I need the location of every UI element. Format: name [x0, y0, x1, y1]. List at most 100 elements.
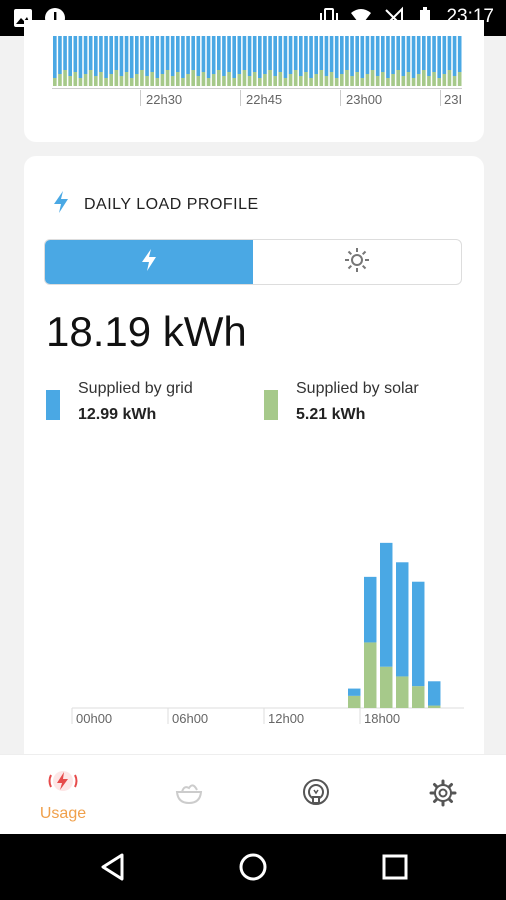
realtime-solar-bar: [119, 76, 124, 86]
realtime-grid-bar: [140, 36, 144, 70]
realtime-grid-bar: [293, 36, 298, 70]
realtime-solar-bar: [360, 78, 365, 86]
realtime-grid-bar: [165, 36, 170, 70]
realtime-solar-bar: [78, 78, 83, 86]
realtime-solar-bar: [124, 72, 129, 86]
realtime-grid-bar: [386, 36, 390, 78]
tick-label: 23h00: [346, 92, 383, 107]
legend-label: Supplied by grid: [78, 380, 193, 397]
realtime-solar-bar: [58, 74, 62, 86]
realtime-solar-bar: [191, 70, 195, 86]
realtime-solar-bar: [114, 70, 119, 86]
daily-total-value: 18.19 kWh: [46, 308, 247, 355]
legend-value: 5.21 kWh: [296, 406, 366, 423]
realtime-grid-bar: [104, 36, 108, 78]
tick-line: [140, 90, 141, 106]
realtime-solar-bar: [129, 78, 134, 86]
realtime-solar-bar: [375, 76, 380, 86]
realtime-grid-bar: [119, 36, 124, 76]
realtime-grid-bar: [186, 36, 190, 74]
realtime-grid-bar: [63, 36, 67, 70]
realtime-grid-bar: [222, 36, 226, 76]
realtime-grid-bar: [345, 36, 349, 70]
tab-consumption[interactable]: [45, 240, 253, 284]
realtime-grid-bar: [135, 36, 139, 74]
bowl-icon: [174, 780, 204, 811]
nav-devices[interactable]: [253, 755, 379, 835]
realtime-grid-bar: [73, 36, 78, 72]
tab-solar[interactable]: [253, 240, 461, 284]
realtime-chart-card: 22h30 22h45 23h00 23I: [24, 20, 484, 142]
legend-label: Supplied by solar: [296, 380, 419, 397]
realtime-grid-bar: [360, 36, 365, 78]
realtime-grid-bar: [406, 36, 411, 72]
recents-icon[interactable]: [380, 852, 410, 882]
realtime-solar-bar: [268, 70, 272, 86]
back-icon[interactable]: [98, 852, 128, 882]
realtime-grid-bar: [288, 36, 293, 74]
realtime-grid-bar: [278, 36, 283, 72]
home-icon[interactable]: [238, 852, 268, 882]
tick-line: [440, 90, 441, 106]
realtime-solar-bar: [370, 70, 375, 86]
realtime-solar-bar: [324, 76, 329, 86]
realtime-grid-bar: [129, 36, 134, 78]
realtime-grid-bar: [227, 36, 231, 72]
realtime-solar-bar: [432, 72, 436, 86]
realtime-solar-bar: [258, 78, 262, 86]
realtime-grid-bar: [268, 36, 272, 70]
realtime-grid-bar: [53, 36, 57, 78]
lightbulb-signal-icon: [301, 778, 331, 813]
realtime-grid-bar: [83, 36, 88, 74]
realtime-grid-bar: [350, 36, 354, 76]
realtime-solar-bar: [437, 78, 441, 86]
realtime-solar-bar: [319, 70, 324, 86]
solar-bar: [364, 642, 377, 708]
realtime-solar-bar: [160, 74, 165, 86]
realtime-solar-bar: [222, 76, 226, 86]
realtime-grid-bar: [109, 36, 113, 74]
realtime-grid-bar: [442, 36, 447, 74]
section-header: DAILY LOAD PROFILE: [52, 190, 259, 219]
realtime-grid-bar: [355, 36, 359, 72]
realtime-solar-bar: [273, 76, 277, 86]
realtime-solar-bar: [381, 72, 385, 86]
nav-settings[interactable]: [380, 755, 506, 835]
grid-swatch: [46, 390, 60, 420]
realtime-grid-bar: [324, 36, 329, 76]
realtime-grid-bar: [201, 36, 206, 72]
solar-bar: [348, 695, 361, 708]
realtime-grid-bar: [68, 36, 72, 76]
realtime-grid-bar: [319, 36, 324, 70]
realtime-solar-bar: [411, 78, 416, 86]
nav-usage[interactable]: Usage: [0, 755, 126, 835]
realtime-solar-bar: [350, 76, 354, 86]
lightning-icon: [52, 190, 70, 219]
realtime-grid-bar: [304, 36, 308, 72]
energy-source-toggle[interactable]: [44, 239, 462, 285]
realtime-solar-bar: [452, 76, 457, 86]
realtime-grid-bar: [145, 36, 149, 76]
solar-swatch: [264, 390, 278, 420]
x-tick-label: 18h00: [364, 711, 400, 726]
realtime-solar-bar: [345, 70, 349, 86]
realtime-grid-bar: [365, 36, 370, 74]
sun-icon: [344, 247, 370, 278]
realtime-solar-bar: [237, 74, 242, 86]
realtime-grid-bar: [457, 36, 462, 72]
nav-monitor[interactable]: [126, 755, 252, 835]
realtime-solar-bar: [422, 70, 426, 86]
realtime-grid-bar: [78, 36, 83, 78]
realtime-grid-bar: [391, 36, 395, 74]
realtime-solar-bar: [355, 72, 359, 86]
solar-bar: [380, 666, 393, 708]
realtime-grid-bar: [340, 36, 344, 74]
realtime-solar-bar: [340, 74, 344, 86]
realtime-grid-bar: [191, 36, 195, 70]
tick-label: 23I: [444, 92, 462, 107]
realtime-solar-bar: [165, 70, 170, 86]
x-tick-label: 00h00: [76, 711, 112, 726]
realtime-grid-bar: [88, 36, 93, 70]
realtime-solar-bar: [201, 72, 206, 86]
realtime-solar-bar: [196, 76, 201, 86]
